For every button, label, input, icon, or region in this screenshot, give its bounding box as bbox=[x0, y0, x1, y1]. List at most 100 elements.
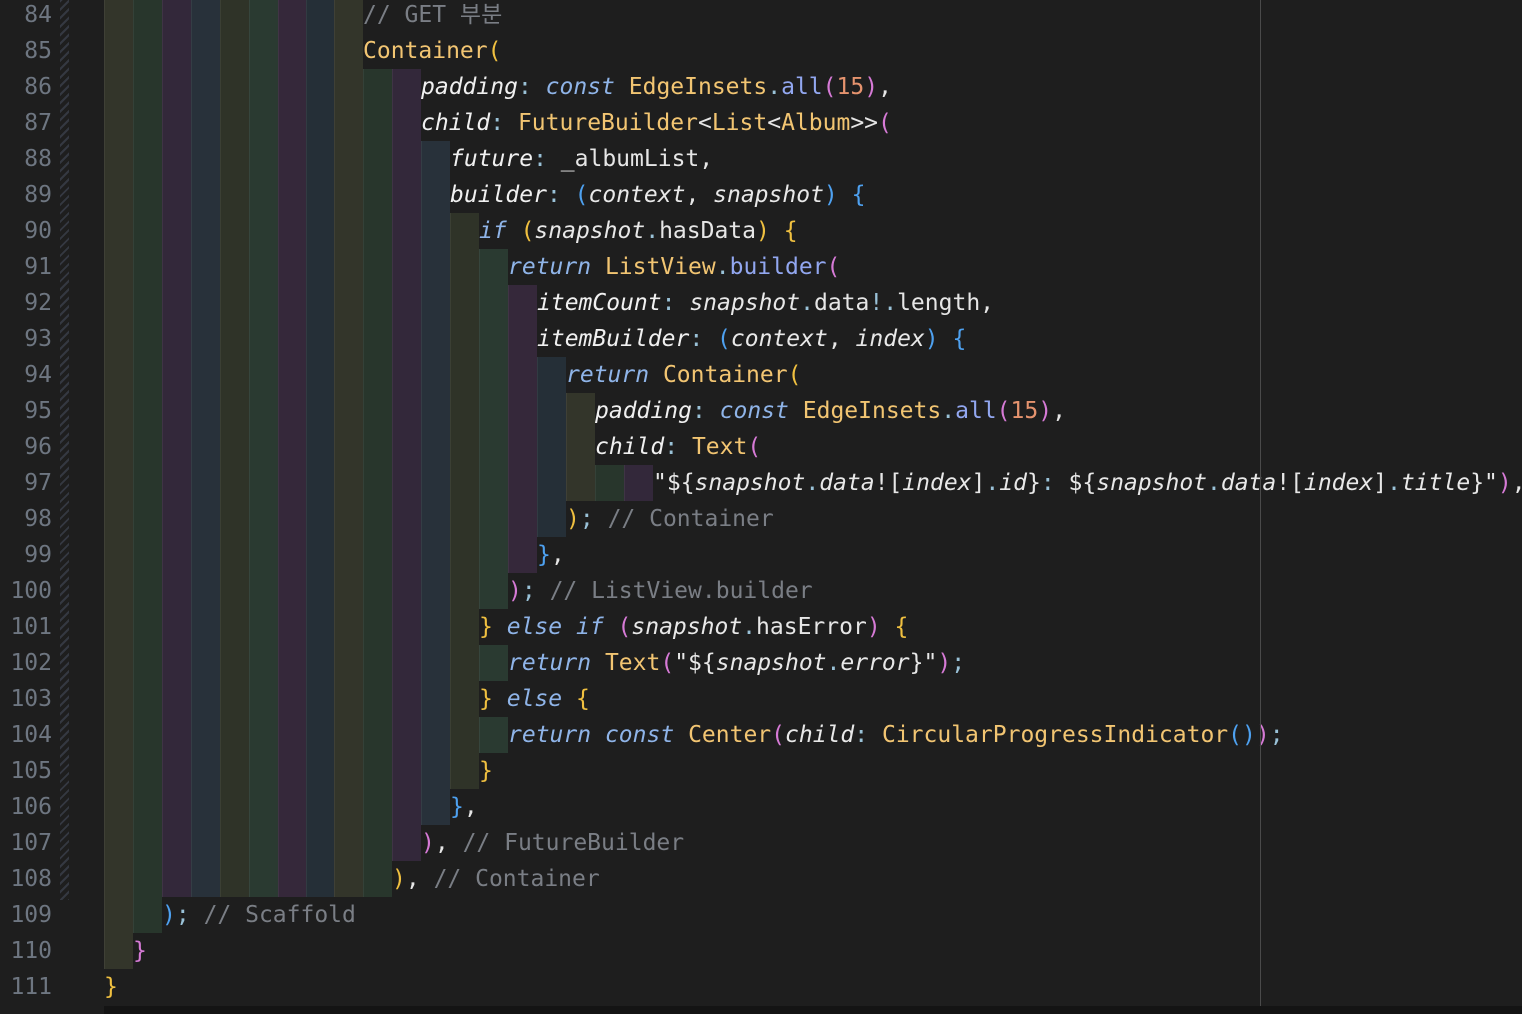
code-token: index bbox=[855, 326, 925, 352]
code-line[interactable]: 97 "${snapshot.data![index].id}: ${snapsh… bbox=[0, 465, 1522, 501]
line-number: 89 bbox=[24, 182, 52, 208]
code-token: hasData bbox=[659, 218, 756, 244]
line-code: child: FutureBuilder<List<Album>>( bbox=[421, 105, 892, 141]
code-token: : bbox=[689, 326, 718, 352]
code-line[interactable]: 108), // Container bbox=[0, 861, 1522, 897]
code-line[interactable]: 109); // Scaffold bbox=[0, 897, 1522, 933]
code-line[interactable]: 95 padding: const EdgeInsets.all(15), bbox=[0, 393, 1522, 429]
code-token: } bbox=[479, 758, 493, 784]
code-line[interactable]: 98); // Container bbox=[0, 501, 1522, 537]
code-line[interactable]: 85 Container( bbox=[0, 33, 1522, 69]
code-token: { bbox=[952, 326, 967, 352]
code-token: , bbox=[827, 326, 856, 352]
code-token: length bbox=[897, 290, 981, 316]
code-token: ) bbox=[937, 650, 952, 676]
code-token: all bbox=[781, 74, 823, 100]
code-token: return bbox=[566, 362, 650, 388]
code-line[interactable]: 101} else if (snapshot.hasError) { bbox=[0, 609, 1522, 645]
line-code: Container( bbox=[363, 33, 501, 69]
code-token: }" bbox=[1470, 470, 1498, 496]
line-number: 102 bbox=[10, 650, 52, 676]
code-token: ) bbox=[756, 218, 770, 244]
code-line[interactable]: 96 child: Text( bbox=[0, 429, 1522, 465]
code-line[interactable]: 86 padding: const EdgeInsets.all(15), bbox=[0, 69, 1522, 105]
code-token: . bbox=[800, 290, 814, 316]
code-token: ( bbox=[787, 362, 802, 388]
code-line[interactable]: 92 itemCount: snapshot.data!.length, bbox=[0, 285, 1522, 321]
code-token: ( bbox=[617, 614, 632, 640]
code-line[interactable]: 105} bbox=[0, 753, 1522, 789]
code-token: index bbox=[902, 470, 972, 496]
code-line[interactable]: 104 return const Center(child: CircularPr… bbox=[0, 717, 1522, 753]
code-token: ( bbox=[878, 110, 892, 136]
code-token: all bbox=[955, 398, 997, 424]
line-code: } bbox=[104, 969, 118, 1005]
line-number: 95 bbox=[24, 398, 52, 424]
code-token: itemCount bbox=[537, 290, 662, 316]
code-token: , bbox=[1052, 398, 1066, 424]
code-line[interactable]: 110} bbox=[0, 933, 1522, 969]
code-line[interactable]: 88 future: _albumList, bbox=[0, 141, 1522, 177]
code-line[interactable]: 111} bbox=[0, 969, 1522, 1005]
line-number: 111 bbox=[10, 974, 52, 1000]
line-code: ); // Container bbox=[566, 501, 774, 537]
code-line[interactable]: 106}, bbox=[0, 789, 1522, 825]
line-code: if (snapshot.hasData) { bbox=[479, 213, 798, 249]
line-code: ); // Scaffold bbox=[162, 897, 356, 933]
code-token: } bbox=[133, 938, 147, 964]
code-line[interactable]: 103} else { bbox=[0, 681, 1522, 717]
code-line[interactable]: 99}, bbox=[0, 537, 1522, 573]
line-code: // GET 부분 bbox=[363, 0, 502, 33]
code-token: , bbox=[685, 182, 714, 208]
code-token: error bbox=[840, 650, 910, 676]
code-token: [ bbox=[888, 470, 903, 496]
code-line[interactable]: 93 itemBuilder: (context, index) { bbox=[0, 321, 1522, 357]
code-token: // FutureBuilder bbox=[462, 830, 685, 856]
code-token: ) bbox=[566, 506, 580, 532]
code-line[interactable]: 87 child: FutureBuilder<List<Album>>( bbox=[0, 105, 1522, 141]
line-code: ); // ListView.builder bbox=[508, 573, 813, 609]
code-token: snapshot bbox=[713, 182, 824, 208]
code-token: , bbox=[405, 866, 434, 892]
code-token: context bbox=[588, 182, 686, 208]
code-line[interactable]: 102 return Text("${snapshot.error}"); bbox=[0, 645, 1522, 681]
code-line[interactable]: 107), // FutureBuilder bbox=[0, 825, 1522, 861]
line-number: 87 bbox=[24, 110, 52, 136]
code-token: , bbox=[550, 542, 565, 568]
code-token: ( bbox=[487, 38, 502, 64]
code-token: ! bbox=[874, 470, 889, 496]
code-token: ( bbox=[822, 74, 837, 100]
line-number: 108 bbox=[10, 866, 52, 892]
code-token: ( bbox=[747, 434, 762, 460]
horizontal-scrollbar[interactable] bbox=[104, 1006, 1522, 1014]
code-token: if bbox=[575, 614, 604, 640]
code-line[interactable]: 84 // GET 부분 bbox=[0, 0, 1522, 33]
code-token: builder bbox=[450, 182, 547, 208]
code-line[interactable]: 89 builder: (context, snapshot) { bbox=[0, 177, 1522, 213]
code-line[interactable]: 94 return Container( bbox=[0, 357, 1522, 393]
code-token: FutureBuilder bbox=[517, 110, 698, 136]
code-line[interactable]: 90 if (snapshot.hasData) { bbox=[0, 213, 1522, 249]
code-line[interactable]: 100); // ListView.builder bbox=[0, 573, 1522, 609]
code-token: // Container bbox=[433, 866, 600, 892]
code-token: , bbox=[1512, 470, 1522, 496]
code-token: const bbox=[545, 74, 615, 100]
code-line[interactable]: 91 return ListView.builder( bbox=[0, 249, 1522, 285]
code-token: , bbox=[434, 830, 463, 856]
line-code: padding: const EdgeInsets.all(15), bbox=[421, 69, 892, 105]
line-number: 85 bbox=[24, 38, 52, 64]
code-token: : bbox=[533, 146, 561, 172]
code-editor[interactable]: 84// GET 부분 85 Container(86 padding: const … bbox=[0, 0, 1522, 1014]
code-token: : bbox=[517, 74, 546, 100]
code-token: ] bbox=[1373, 470, 1388, 496]
code-token: } bbox=[450, 794, 464, 820]
code-token: . bbox=[1207, 470, 1221, 496]
line-code: return const Center(child: CircularProgr… bbox=[508, 717, 1284, 753]
code-token: ( bbox=[520, 218, 535, 244]
